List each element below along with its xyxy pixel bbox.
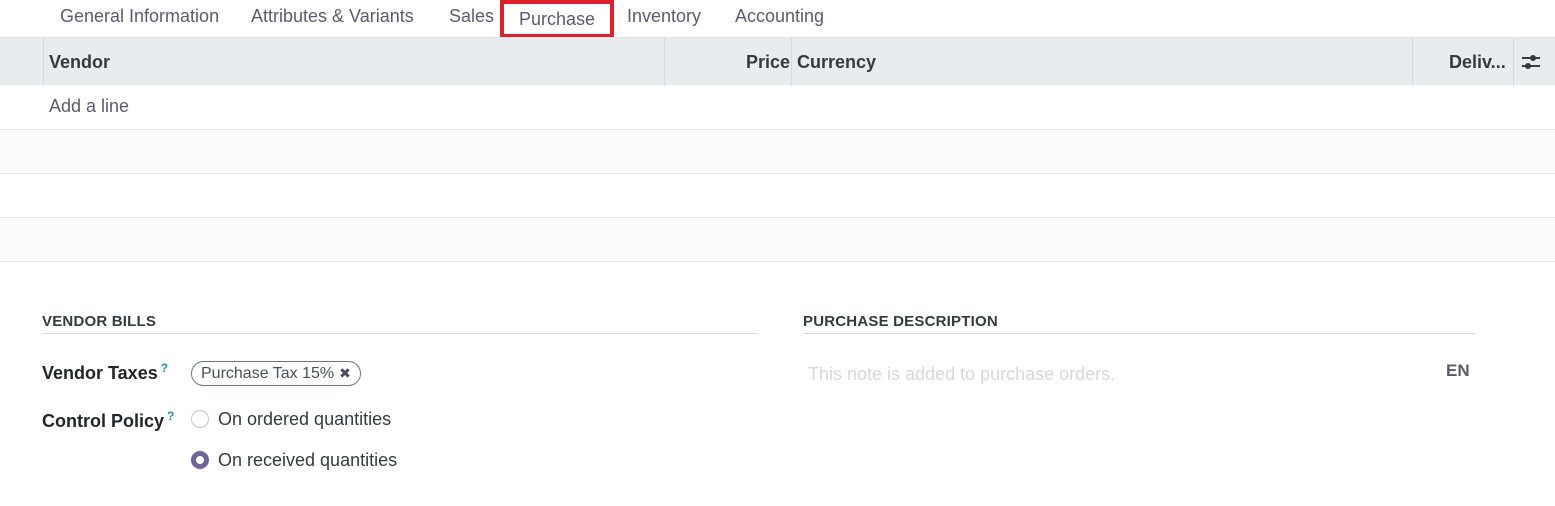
tax-tag: Purchase Tax 15% ✖ [191,361,361,386]
column-currency[interactable]: Currency [797,38,876,86]
radio-label-received[interactable]: On received quantities [218,450,397,471]
tab-accounting[interactable]: Accounting [735,0,824,37]
section-divider [42,333,758,334]
sliders-icon[interactable] [1520,52,1542,72]
column-divider [1513,38,1514,86]
radio-ordered-quantities[interactable] [191,410,209,428]
help-icon[interactable]: ? [167,409,174,423]
language-button[interactable]: EN [1446,361,1470,381]
table-row: Add a line [0,86,1555,130]
notebook-tabs: General Information Attributes & Variant… [0,0,1555,38]
remove-tag-icon[interactable]: ✖ [339,365,351,381]
help-icon[interactable]: ? [161,361,168,375]
tab-general-information[interactable]: General Information [60,0,219,37]
table-row [0,130,1555,174]
column-price[interactable]: Price [746,38,790,86]
radio-label-ordered[interactable]: On ordered quantities [218,409,391,430]
vendor-bills-title: VENDOR BILLS [42,313,157,330]
purchase-description-title: PURCHASE DESCRIPTION [803,313,998,330]
tab-purchase[interactable]: Purchase [500,0,614,38]
column-divider [664,38,665,86]
vendor-taxes-label: Vendor Taxes? [42,361,169,383]
column-divider [791,38,792,86]
column-delivery[interactable]: Deliv... [1449,38,1506,86]
vendor-table-header: Vendor Price Currency Deliv... [0,37,1555,86]
table-row [0,174,1555,218]
tax-tag-label: Purchase Tax 15% [201,365,335,382]
purchase-description-field[interactable]: This note is added to purchase orders. [808,364,1115,385]
tab-sales[interactable]: Sales [449,0,494,37]
column-divider [1412,38,1413,86]
table-row [0,218,1555,262]
column-divider [43,38,44,86]
tab-inventory[interactable]: Inventory [627,0,701,37]
add-line-link[interactable]: Add a line [49,96,129,117]
tab-attributes-variants[interactable]: Attributes & Variants [251,0,414,37]
control-policy-label: Control Policy? [42,409,175,431]
column-vendor[interactable]: Vendor [49,38,110,86]
section-divider [803,333,1475,334]
radio-received-quantities[interactable] [191,451,209,469]
